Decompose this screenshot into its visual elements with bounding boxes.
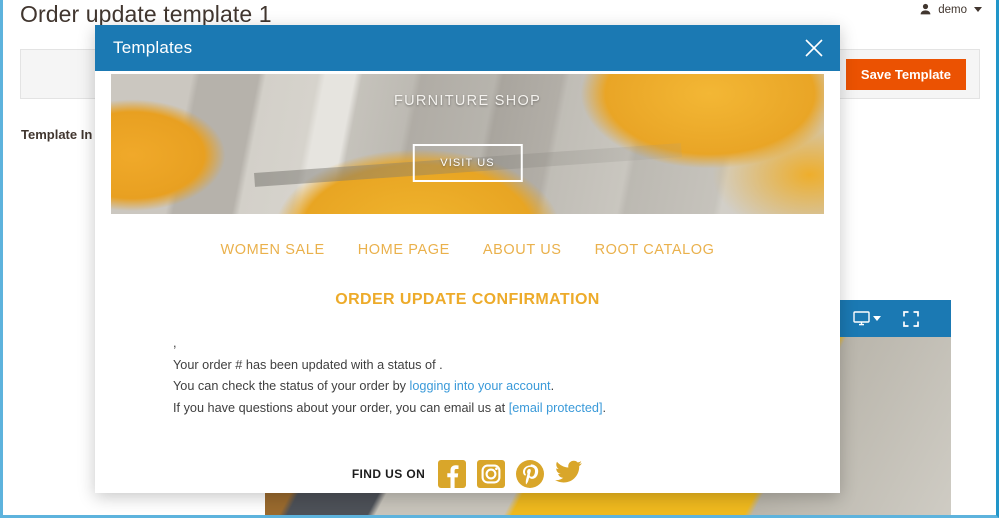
close-icon[interactable] bbox=[803, 37, 825, 59]
chevron-down-icon bbox=[872, 316, 881, 321]
check-status-line: You can check the status of your order b… bbox=[173, 376, 840, 397]
modal-title: Templates bbox=[113, 38, 193, 57]
page-title: Order update template 1 bbox=[20, 1, 272, 27]
facebook-icon[interactable] bbox=[438, 460, 467, 488]
nav-item-women-sale[interactable]: WOMEN SALE bbox=[220, 242, 324, 258]
template-footer: FIND US ON bbox=[95, 460, 840, 488]
template-hero: FURNITURE SHOP VISIT US bbox=[111, 74, 824, 214]
fullscreen-icon[interactable] bbox=[902, 310, 919, 327]
modal-header: Templates bbox=[95, 25, 840, 71]
template-heading: ORDER UPDATE CONFIRMATION bbox=[335, 291, 600, 308]
desktop-icon[interactable] bbox=[852, 311, 881, 326]
email-link[interactable]: [email protected] bbox=[509, 401, 603, 415]
app-window: Order update template 1 demo Save Templa… bbox=[0, 0, 999, 518]
user-icon bbox=[919, 3, 932, 16]
order-status-line: Your order # has been updated with a sta… bbox=[173, 357, 443, 372]
user-menu[interactable]: demo bbox=[919, 3, 982, 16]
hero-title: FURNITURE SHOP bbox=[393, 93, 542, 109]
twitter-icon[interactable] bbox=[555, 460, 583, 488]
save-template-button[interactable]: Save Template bbox=[845, 59, 966, 90]
visit-us-button[interactable]: VISIT US bbox=[412, 144, 523, 182]
template-information-label: Template In bbox=[21, 127, 93, 142]
questions-post: . bbox=[602, 400, 607, 415]
chevron-down-icon bbox=[974, 7, 982, 12]
check-status-pre: You can check the status of your order b… bbox=[173, 379, 410, 393]
template-body-text: , Your order # has been updated with a s… bbox=[173, 333, 840, 418]
login-account-link[interactable]: logging into your account bbox=[410, 379, 551, 393]
questions-line: If you have questions about your order, … bbox=[173, 398, 840, 419]
modal-body: FURNITURE SHOP VISIT US WOMEN SALE HOME … bbox=[95, 71, 840, 493]
find-us-on-label: FIND US ON bbox=[351, 467, 426, 481]
questions-pre: If you have questions about your order, … bbox=[173, 400, 509, 415]
greeting-line: , bbox=[173, 336, 177, 350]
nav-item-root-catalog[interactable]: ROOT CATALOG bbox=[595, 242, 715, 258]
template-nav: WOMEN SALE HOME PAGE ABOUT US ROOT CATAL… bbox=[95, 242, 840, 258]
user-name: demo bbox=[938, 3, 967, 16]
nav-item-home-page[interactable]: HOME PAGE bbox=[358, 242, 450, 258]
pinterest-icon[interactable] bbox=[516, 460, 545, 488]
templates-modal: Templates FURNITURE SHOP VISIT US WOMEN … bbox=[95, 25, 840, 493]
instagram-icon[interactable] bbox=[477, 460, 506, 488]
nav-item-about-us[interactable]: ABOUT US bbox=[483, 242, 562, 258]
check-status-post: . bbox=[550, 379, 555, 393]
